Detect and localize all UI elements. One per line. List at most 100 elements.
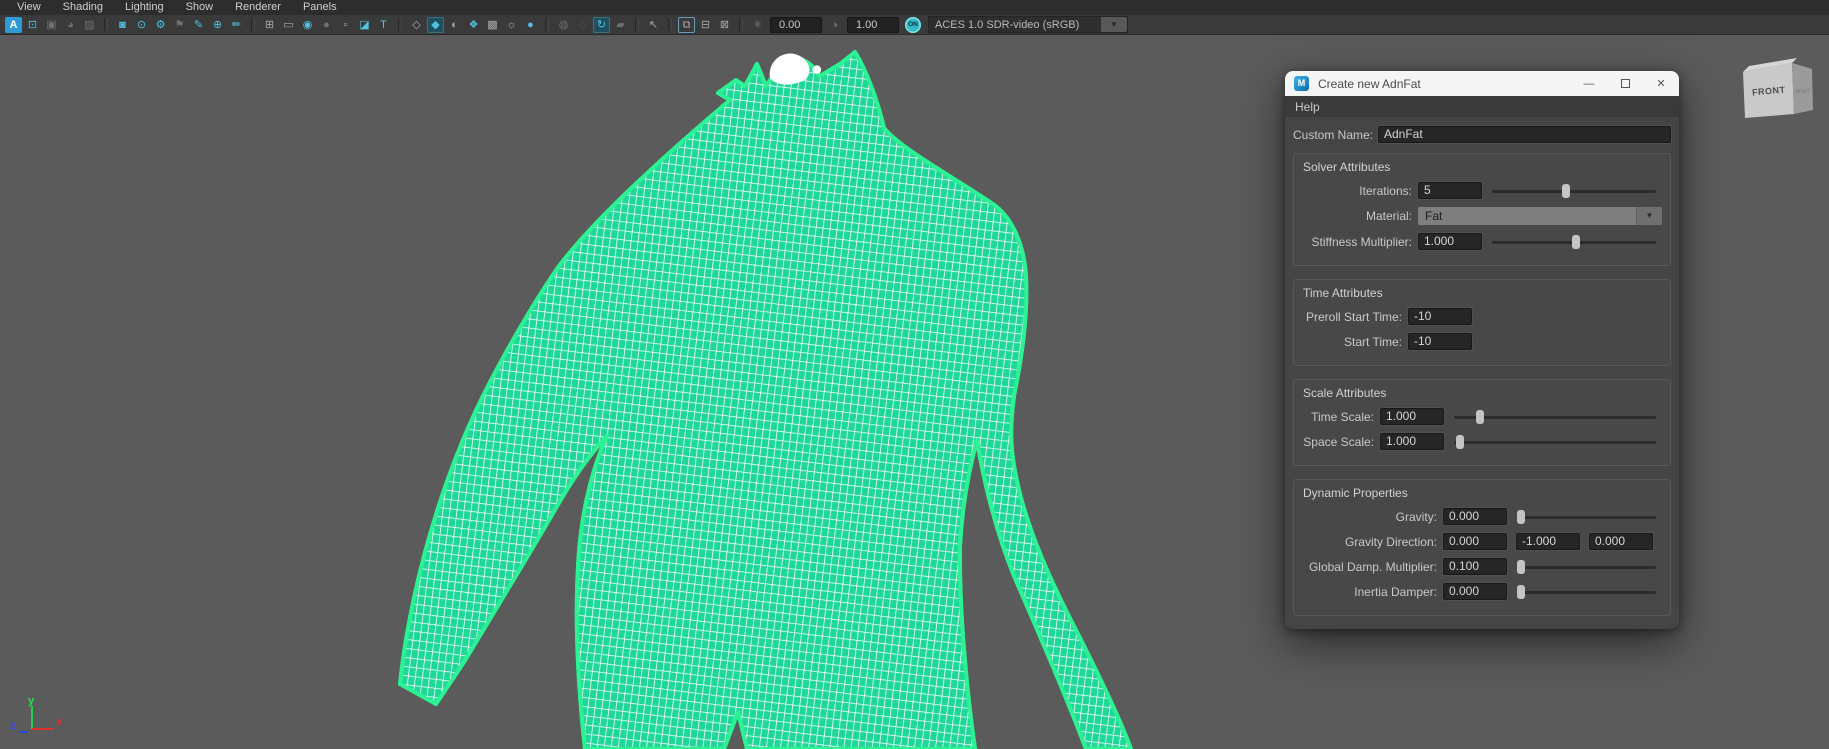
wireframe-cube-icon[interactable]: ◇ — [408, 17, 425, 33]
image-plane-icon[interactable]: ◪ — [356, 17, 373, 33]
material-value: Fat — [1418, 209, 1636, 223]
shadows-icon[interactable]: ● — [522, 17, 539, 33]
view-cube[interactable]: FRONT RIGHT — [1743, 58, 1813, 118]
time-scale-input[interactable]: 1.000 — [1380, 408, 1444, 425]
lighting-icon[interactable]: ☼ — [503, 17, 520, 33]
start-time-input[interactable]: -10 — [1408, 333, 1472, 350]
gamma-input[interactable]: 1.00 — [847, 17, 899, 33]
gravity-label: Gravity: — [1302, 510, 1437, 524]
contrast-icon[interactable]: ◑ — [826, 17, 843, 33]
multisample-icon[interactable]: ↻ — [593, 17, 610, 33]
menu-item-lighting[interactable]: Lighting — [114, 0, 175, 15]
gravity-direction-z-input[interactable]: 0.000 — [1589, 533, 1653, 550]
aperture-icon[interactable]: ✳ — [749, 17, 766, 33]
inertia-damper-row: Inertia Damper: 0.000 — [1302, 583, 1662, 600]
camera-attributes-icon[interactable]: ⊡ — [24, 17, 41, 33]
menu-item-show[interactable]: Show — [175, 0, 225, 15]
material-cube-icon[interactable]: ❖ — [465, 17, 482, 33]
camera-gear-icon[interactable]: ⚙ — [152, 17, 169, 33]
menu-item-help[interactable]: Help — [1295, 100, 1332, 114]
chevron-down-icon[interactable]: ▼ — [1636, 207, 1662, 225]
gate-mask-icon[interactable]: ● — [318, 17, 335, 33]
dialog-title-bar[interactable]: M Create new AdnFat — ✕ — [1285, 71, 1679, 96]
gravity-direction-y-input[interactable]: -1.000 — [1516, 533, 1580, 550]
stiffness-multiplier-input[interactable]: 1.000 — [1418, 233, 1482, 250]
camera-lock-icon[interactable]: ⊙ — [133, 17, 150, 33]
field-chart-icon[interactable]: ▫ — [337, 17, 354, 33]
solver-attributes-group: Solver Attributes Iterations: 5 Material… — [1293, 153, 1671, 266]
film-gate-icon[interactable]: ▭ — [280, 17, 297, 33]
toolbar-separator — [398, 18, 402, 31]
color-management-on-toggle[interactable]: ON — [905, 17, 921, 33]
global-damp-slider[interactable] — [1517, 559, 1656, 575]
pan-zoom-icon[interactable]: ⊕ — [209, 17, 226, 33]
global-damp-multiplier-input[interactable]: 0.100 — [1443, 558, 1507, 575]
viewport-toolbar: A⊡▣◕▨◙⊙⚙⚑✎⊕✏⊞▭◉●▫◪T◇◆◐❖▩☼●◍◌↻▰↖⧉⊟⊠ ✳ 0.0… — [0, 15, 1829, 35]
depth-peeling-icon[interactable]: ▰ — [612, 17, 629, 33]
dialog-title: Create new AdnFat — [1318, 77, 1571, 91]
menu-item-shading[interactable]: Shading — [52, 0, 114, 15]
hud-text-icon[interactable]: T — [375, 17, 392, 33]
inertia-damper-slider[interactable] — [1517, 584, 1656, 600]
space-scale-input[interactable]: 1.000 — [1380, 433, 1444, 450]
custom-name-label: Custom Name: — [1293, 128, 1372, 142]
minimize-button[interactable]: — — [1571, 71, 1607, 96]
toolbar-separator — [104, 18, 108, 31]
maximize-button[interactable] — [1607, 71, 1643, 96]
color-wheel-icon[interactable]: ◕ — [62, 17, 79, 33]
time-scale-slider-handle[interactable] — [1476, 410, 1484, 424]
gravity-direction-x-input[interactable]: 0.000 — [1443, 533, 1507, 550]
space-scale-slider[interactable] — [1454, 434, 1656, 450]
shaded-textured-icon[interactable]: ◐ — [446, 17, 463, 33]
toolbar-separator — [251, 18, 255, 31]
iterations-row: Iterations: 5 — [1302, 182, 1662, 199]
grease-pencil-icon[interactable]: ✎ — [190, 17, 207, 33]
ao-sphere-icon[interactable]: ◍ — [555, 17, 572, 33]
toolbar-separator — [668, 18, 672, 31]
colorspace-dropdown[interactable]: ACES 1.0 SDR-video (sRGB) ▼ — [928, 16, 1128, 33]
menu-item-renderer[interactable]: Renderer — [224, 0, 292, 15]
space-scale-slider-handle[interactable] — [1456, 435, 1464, 449]
chevron-down-icon[interactable]: ▼ — [1101, 17, 1127, 32]
iterations-input[interactable]: 5 — [1418, 182, 1482, 199]
checker-sphere-icon[interactable]: ▩ — [484, 17, 501, 33]
menu-item-panels[interactable]: Panels — [292, 0, 348, 15]
global-damp-slider-handle[interactable] — [1517, 560, 1525, 574]
menu-item-view[interactable]: View — [6, 0, 52, 15]
exposure-region-icon[interactable]: ⊠ — [716, 17, 733, 33]
camera-icon[interactable]: ◙ — [114, 17, 131, 33]
preroll-start-time-input[interactable]: -10 — [1408, 308, 1472, 325]
snapshot-image-icon[interactable]: ▨ — [81, 17, 98, 33]
create-adnfat-dialog: M Create new AdnFat — ✕ Help Custom Name… — [1285, 71, 1679, 629]
stiffness-slider[interactable] — [1492, 234, 1656, 250]
exposure-input[interactable]: 0.00 — [770, 17, 822, 33]
inertia-damper-input[interactable]: 0.000 — [1443, 583, 1507, 600]
iterations-slider-handle[interactable] — [1562, 184, 1570, 198]
wireframe-body-mesh[interactable] — [400, 52, 1131, 749]
resolution-gate-icon[interactable]: ◉ — [299, 17, 316, 33]
stiffness-slider-handle[interactable] — [1572, 235, 1580, 249]
gravity-slider-handle[interactable] — [1517, 510, 1525, 524]
time-scale-slider[interactable] — [1454, 409, 1656, 425]
xray-joints-icon[interactable]: ⊟ — [697, 17, 714, 33]
bookmark-icon[interactable]: ⚑ — [171, 17, 188, 33]
selection-highlight-button[interactable]: A — [5, 17, 22, 33]
inertia-damper-slider-handle[interactable] — [1517, 585, 1525, 599]
shaded-cube-icon[interactable]: ◆ — [427, 17, 444, 33]
xray-icon[interactable]: ⧉ — [678, 17, 695, 33]
gravity-slider[interactable] — [1517, 509, 1656, 525]
close-button[interactable]: ✕ — [1643, 71, 1679, 96]
pencil-tool-icon[interactable]: ✏ — [228, 17, 245, 33]
gravity-input[interactable]: 0.000 — [1443, 508, 1507, 525]
isolate-select-icon[interactable]: ↖ — [645, 17, 662, 33]
grid-icon[interactable]: ⊞ — [261, 17, 278, 33]
toolbar-icons: A⊡▣◕▨◙⊙⚙⚑✎⊕✏⊞▭◉●▫◪T◇◆◐❖▩☼●◍◌↻▰↖⧉⊟⊠ — [4, 17, 748, 33]
material-dropdown[interactable]: Fat ▼ — [1418, 207, 1662, 225]
x-axis-label: x — [56, 716, 63, 728]
bookmark-frame-icon[interactable]: ▣ — [43, 17, 60, 33]
maya-app-icon: M — [1294, 76, 1309, 91]
motion-blur-icon[interactable]: ◌ — [574, 17, 591, 33]
axis-gizmo: y x z — [10, 695, 63, 732]
custom-name-input[interactable]: AdnFat — [1378, 126, 1671, 143]
iterations-slider[interactable] — [1492, 183, 1656, 199]
